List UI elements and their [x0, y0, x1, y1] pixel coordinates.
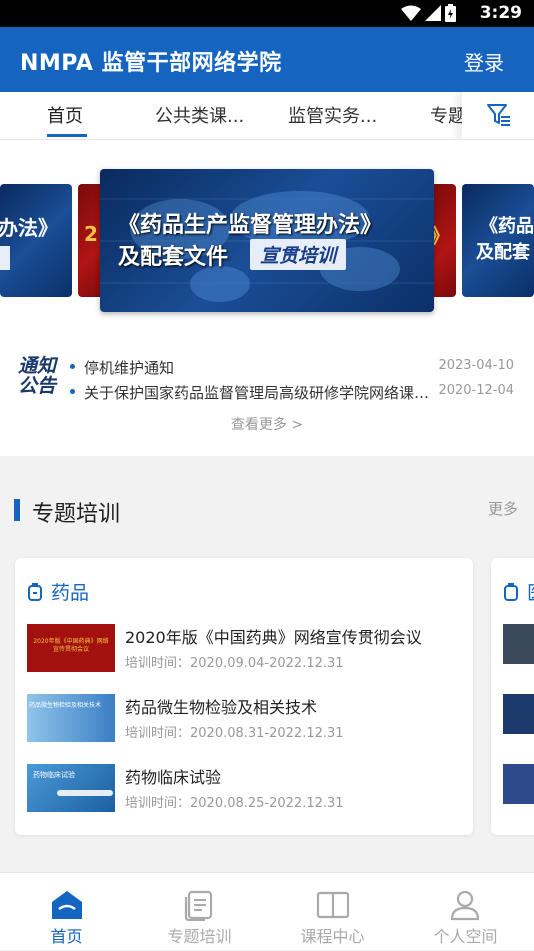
banner-next-line2: 及配套: [476, 242, 530, 263]
banner-prev-text: 办法》: [0, 216, 58, 240]
course-thumbnail: 药品微生物检验及相关技术: [27, 694, 115, 742]
status-icons: [401, 4, 456, 22]
topic-card-drugs: 药品 2020年版《中国药典》网络宣传贯彻会议 2020年版《中国药典》网络宣传…: [15, 558, 473, 835]
tab-home[interactable]: 首页: [47, 102, 83, 128]
status-bar: 3:29: [0, 0, 534, 27]
pills-graphic: [57, 790, 113, 796]
notice-item[interactable]: 停机维护通知 2023-04-10: [70, 357, 514, 377]
wifi-icon: [401, 5, 421, 21]
banner-next-line1: 《药品: [480, 216, 534, 237]
thumbnail-caption: 药物临床试验: [33, 771, 75, 779]
card-title-label: 医: [527, 578, 534, 605]
nav-label: 专题培训: [167, 927, 232, 946]
status-time: 3:29: [479, 3, 522, 23]
card-title[interactable]: 药品: [27, 578, 89, 605]
person-icon: [450, 890, 480, 921]
course-time: 培训时间：2020.09.04-2022.12.31: [125, 656, 344, 671]
banner-main-tag: 宣贯培训: [250, 239, 347, 270]
course-title: 药物临床试验: [125, 768, 222, 787]
banner-slide-main[interactable]: 《药品生产监督管理办法》 及配套文件 宣贯培训: [100, 169, 434, 312]
course-thumbnail: [503, 624, 534, 664]
bullet-icon: [70, 389, 75, 394]
nav-course-center[interactable]: 课程中心: [266, 873, 399, 951]
nav-special-training[interactable]: 专题培训: [133, 873, 266, 951]
course-title: 2020年版《中国药典》网络宣传贯彻会议: [125, 628, 422, 647]
tab-special[interactable]: 专题: [430, 102, 466, 128]
pill-icon: [28, 582, 42, 601]
course-thumbnail: 药物临床试验: [27, 764, 115, 812]
special-training-header: 专题培训 更多: [0, 476, 534, 536]
course-item[interactable]: 2020年版《中国药典》网络宣传贯彻会议 2020年版《中国药典》网络宣传贯彻会…: [27, 624, 467, 674]
notice-date: 2023-04-10: [438, 358, 514, 373]
nav-personal-space[interactable]: 个人空间: [399, 873, 532, 951]
nav-home[interactable]: 首页: [0, 873, 133, 951]
banner-main-title: 《药品生产监督管理办法》: [118, 213, 383, 238]
notice-section: 通知公告 停机维护通知 2023-04-10 关于保护国家药品监督管理局高级研修…: [0, 330, 534, 456]
bottom-navigation: 首页 专题培训 课程中心 个人空间: [0, 872, 534, 950]
banner-slide-next[interactable]: 《药品 及配套: [462, 184, 534, 297]
book-icon: [316, 891, 350, 919]
document-icon: [184, 890, 213, 921]
tab-public-courses[interactable]: 公共类课...: [155, 102, 244, 128]
login-button[interactable]: 登录: [464, 47, 504, 76]
notice-see-more-link[interactable]: 查看更多 >: [0, 414, 534, 434]
home-icon: [52, 891, 82, 919]
course-thumbnail: [503, 694, 534, 734]
banner-slide-prev[interactable]: 办法》: [0, 184, 72, 297]
banner-main-subtitle: 及配套文件: [118, 245, 229, 270]
course-item[interactable]: 药品微生物检验及相关技术 药品微生物检验及相关技术 培训时间：2020.08.3…: [27, 694, 467, 744]
banner-red-left-text: 2: [84, 222, 98, 246]
section-title: 专题培训: [32, 502, 121, 527]
card-title: 医: [503, 578, 534, 605]
course-title: 药品微生物检验及相关技术: [125, 698, 318, 717]
notice-date: 2020-12-04: [438, 383, 514, 398]
section-more-link[interactable]: 更多: [488, 498, 518, 519]
banner-prev-tag: [0, 246, 10, 270]
nav-label: 个人空间: [433, 927, 498, 946]
tab-supervision-practice[interactable]: 监管实务...: [288, 102, 377, 128]
notice-title: 停机维护通知: [84, 359, 175, 377]
course-item[interactable]: 药物临床试验 药物临床试验 培训时间：2020.08.25-2022.12.31: [27, 764, 467, 814]
thumbnail-caption: 2020年版《中国药典》网络宣传贯彻会议: [33, 638, 109, 653]
app-title: NMPA 监管干部网络学院: [20, 51, 282, 76]
bullet-icon: [70, 364, 75, 369]
thumbnail-caption: 药品微生物检验及相关技术: [29, 702, 102, 709]
topic-card-next[interactable]: 医: [491, 558, 534, 835]
notice-title: 关于保护国家药品监督管理局高级研修学院网络课程著作权的声明: [84, 384, 444, 402]
pill-icon: [504, 582, 518, 601]
notice-item[interactable]: 关于保护国家药品监督管理局高级研修学院网络课程著作权的声明 2020-12-04: [70, 382, 514, 402]
course-time: 培训时间：2020.08.31-2022.12.31: [125, 726, 344, 741]
section-accent-bar: [14, 499, 20, 521]
category-tabs: 首页 公共类课... 监管实务... 专题: [0, 92, 534, 140]
notice-logo: 通知公告: [18, 355, 57, 397]
banner-carousel[interactable]: 办法》 2 》 《药品生产监督管理办法》 及配套文件 宣贯培训 《药品 及配套: [0, 140, 534, 330]
card-title-label: 药品: [51, 582, 90, 604]
tab-active-indicator: [47, 134, 87, 137]
course-thumbnail: [503, 764, 534, 804]
filter-icon: [487, 104, 510, 126]
nav-label: 课程中心: [300, 927, 365, 946]
signal-icon: [425, 5, 441, 21]
course-time: 培训时间：2020.08.25-2022.12.31: [125, 796, 344, 811]
battery-icon: [445, 4, 456, 22]
course-thumbnail: 2020年版《中国药典》网络宣传贯彻会议: [27, 624, 115, 672]
nav-label: 首页: [50, 927, 83, 946]
app-bar: NMPA 监管干部网络学院 登录: [0, 27, 534, 92]
filter-button[interactable]: [462, 92, 534, 139]
